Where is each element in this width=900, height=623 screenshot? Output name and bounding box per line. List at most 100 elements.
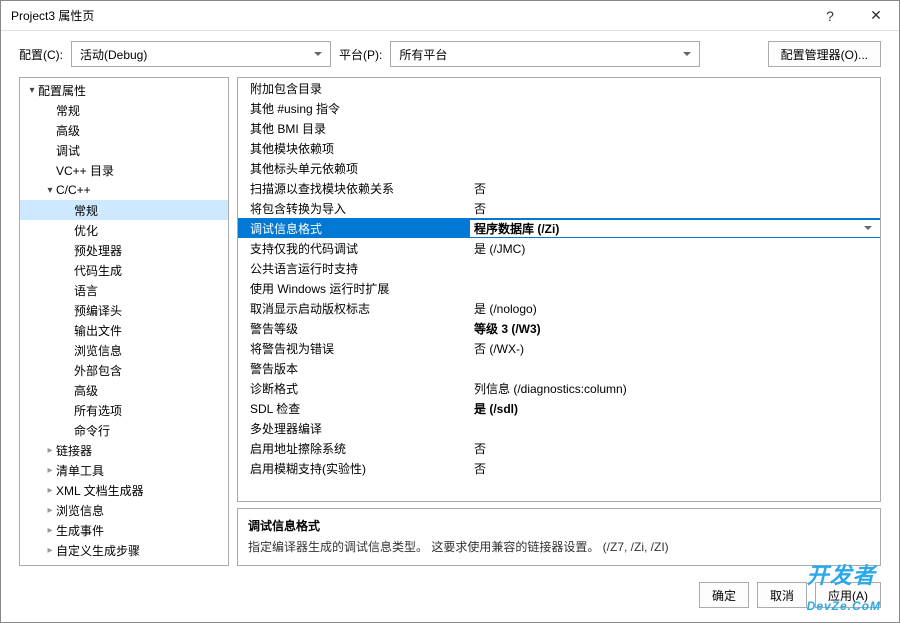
- tree-item[interactable]: 配置属性: [20, 80, 228, 100]
- property-value[interactable]: 程序数据库 (/Zi): [470, 220, 880, 237]
- property-row[interactable]: 将包含转换为导入否: [238, 198, 880, 218]
- property-row[interactable]: 多处理器编译: [238, 418, 880, 438]
- tree-caret-icon[interactable]: [44, 485, 56, 496]
- tree-item[interactable]: 链接器: [20, 440, 228, 460]
- tree-item-label: C/C++: [56, 183, 91, 197]
- tree-item[interactable]: 生成事件: [20, 520, 228, 540]
- tree-item[interactable]: VC++ 目录: [20, 160, 228, 180]
- tree-item[interactable]: 常规: [20, 100, 228, 120]
- tree-item-label: 常规: [56, 102, 80, 119]
- property-row[interactable]: 其他 BMI 目录: [238, 118, 880, 138]
- tree-item[interactable]: 清单工具: [20, 460, 228, 480]
- property-label: 启用地址擦除系统: [238, 440, 470, 457]
- tree-item[interactable]: 高级: [20, 120, 228, 140]
- help-button[interactable]: ?: [807, 1, 853, 31]
- tree-item[interactable]: 输出文件: [20, 320, 228, 340]
- platform-combo[interactable]: 所有平台: [390, 41, 700, 67]
- tree-caret-icon[interactable]: [44, 465, 56, 476]
- property-row[interactable]: 启用模糊支持(实验性)否: [238, 458, 880, 478]
- property-dialog: Project3 属性页 ? ✕ 配置(C): 活动(Debug) 平台(P):…: [0, 0, 900, 623]
- close-button[interactable]: ✕: [853, 1, 899, 31]
- property-label: 附加包含目录: [238, 80, 470, 97]
- property-row[interactable]: 诊断格式列信息 (/diagnostics:column): [238, 378, 880, 398]
- property-row[interactable]: 警告版本: [238, 358, 880, 378]
- property-value[interactable]: 否: [470, 440, 880, 457]
- property-value[interactable]: 列信息 (/diagnostics:column): [470, 380, 880, 397]
- property-row[interactable]: 其他标头单元依赖项: [238, 158, 880, 178]
- config-combo[interactable]: 活动(Debug): [71, 41, 331, 67]
- titlebar: Project3 属性页 ? ✕: [1, 1, 899, 31]
- ok-button[interactable]: 确定: [699, 582, 749, 608]
- property-value[interactable]: 是 (/sdl): [470, 400, 880, 417]
- tree-item-label: 所有选项: [74, 402, 122, 419]
- tree-caret-icon[interactable]: [44, 545, 56, 556]
- property-label: 调试信息格式: [238, 220, 470, 237]
- property-row[interactable]: 启用地址擦除系统否: [238, 438, 880, 458]
- window-title: Project3 属性页: [11, 7, 807, 24]
- tree-panel[interactable]: 配置属性常规高级调试VC++ 目录C/C++常规优化预处理器代码生成语言预编译头…: [19, 77, 229, 566]
- tree-item[interactable]: XML 文档生成器: [20, 480, 228, 500]
- tree-item-label: 高级: [56, 122, 80, 139]
- apply-button[interactable]: 应用(A): [815, 582, 881, 608]
- property-label: 取消显示启动版权标志: [238, 300, 470, 317]
- tree-item-label: XML 文档生成器: [56, 482, 144, 499]
- property-grid[interactable]: 附加包含目录其他 #using 指令其他 BMI 目录其他模块依赖项其他标头单元…: [237, 77, 881, 502]
- tree-item[interactable]: 外部包含: [20, 360, 228, 380]
- tree-item-label: 浏览信息: [56, 502, 104, 519]
- tree-item[interactable]: 常规: [20, 200, 228, 220]
- property-value[interactable]: 否: [470, 180, 880, 197]
- property-row[interactable]: 其他 #using 指令: [238, 98, 880, 118]
- tree-item[interactable]: 预编译头: [20, 300, 228, 320]
- tree-item[interactable]: 预处理器: [20, 240, 228, 260]
- property-label: 启用模糊支持(实验性): [238, 460, 470, 477]
- tree-item[interactable]: 优化: [20, 220, 228, 240]
- tree-item[interactable]: 高级: [20, 380, 228, 400]
- property-row[interactable]: 公共语言运行时支持: [238, 258, 880, 278]
- property-value[interactable]: 否 (/WX-): [470, 340, 880, 357]
- property-value[interactable]: 否: [470, 460, 880, 477]
- property-row[interactable]: 支持仅我的代码调试是 (/JMC): [238, 238, 880, 258]
- property-row[interactable]: 附加包含目录: [238, 78, 880, 98]
- property-value[interactable]: 是 (/nologo): [470, 300, 880, 317]
- property-row[interactable]: 将警告视为错误否 (/WX-): [238, 338, 880, 358]
- config-manager-button[interactable]: 配置管理器(O)...: [768, 41, 881, 67]
- property-label: 诊断格式: [238, 380, 470, 397]
- property-row[interactable]: 调试信息格式程序数据库 (/Zi): [238, 218, 880, 238]
- property-row[interactable]: SDL 检查是 (/sdl): [238, 398, 880, 418]
- property-label: 其他模块依赖项: [238, 140, 470, 157]
- tree-caret-icon[interactable]: [44, 185, 56, 196]
- tree-item[interactable]: 浏览信息: [20, 500, 228, 520]
- property-label: 其他 BMI 目录: [238, 120, 470, 137]
- property-row[interactable]: 使用 Windows 运行时扩展: [238, 278, 880, 298]
- property-label: 其他 #using 指令: [238, 100, 470, 117]
- property-row[interactable]: 取消显示启动版权标志是 (/nologo): [238, 298, 880, 318]
- tree-item[interactable]: C/C++: [20, 180, 228, 200]
- tree-caret-icon[interactable]: [44, 505, 56, 516]
- tree-item-label: 调试: [56, 142, 80, 159]
- tree-item[interactable]: 代码生成: [20, 260, 228, 280]
- tree-item[interactable]: 自定义生成步骤: [20, 540, 228, 560]
- tree-item[interactable]: 浏览信息: [20, 340, 228, 360]
- property-row[interactable]: 其他模块依赖项: [238, 138, 880, 158]
- tree-item-label: VC++ 目录: [56, 162, 114, 179]
- tree-item-label: 链接器: [56, 442, 92, 459]
- tree-item[interactable]: 调试: [20, 140, 228, 160]
- tree-item[interactable]: 语言: [20, 280, 228, 300]
- cancel-button[interactable]: 取消: [757, 582, 807, 608]
- tree-item[interactable]: 命令行: [20, 420, 228, 440]
- property-value[interactable]: 否: [470, 200, 880, 217]
- property-value[interactable]: 等级 3 (/W3): [470, 320, 880, 337]
- platform-label: 平台(P):: [339, 46, 382, 63]
- tree-caret-icon[interactable]: [44, 525, 56, 536]
- property-label: 扫描源以查找模块依赖关系: [238, 180, 470, 197]
- tree-caret-icon[interactable]: [26, 85, 38, 96]
- tree-item-label: 预处理器: [74, 242, 122, 259]
- property-row[interactable]: 警告等级等级 3 (/W3): [238, 318, 880, 338]
- property-row[interactable]: 扫描源以查找模块依赖关系否: [238, 178, 880, 198]
- tree-caret-icon[interactable]: [44, 445, 56, 456]
- property-value[interactable]: 是 (/JMC): [470, 240, 880, 257]
- tree-item-label: 优化: [74, 222, 98, 239]
- tree-item[interactable]: 所有选项: [20, 400, 228, 420]
- tree-item-label: 高级: [74, 382, 98, 399]
- property-label: 警告等级: [238, 320, 470, 337]
